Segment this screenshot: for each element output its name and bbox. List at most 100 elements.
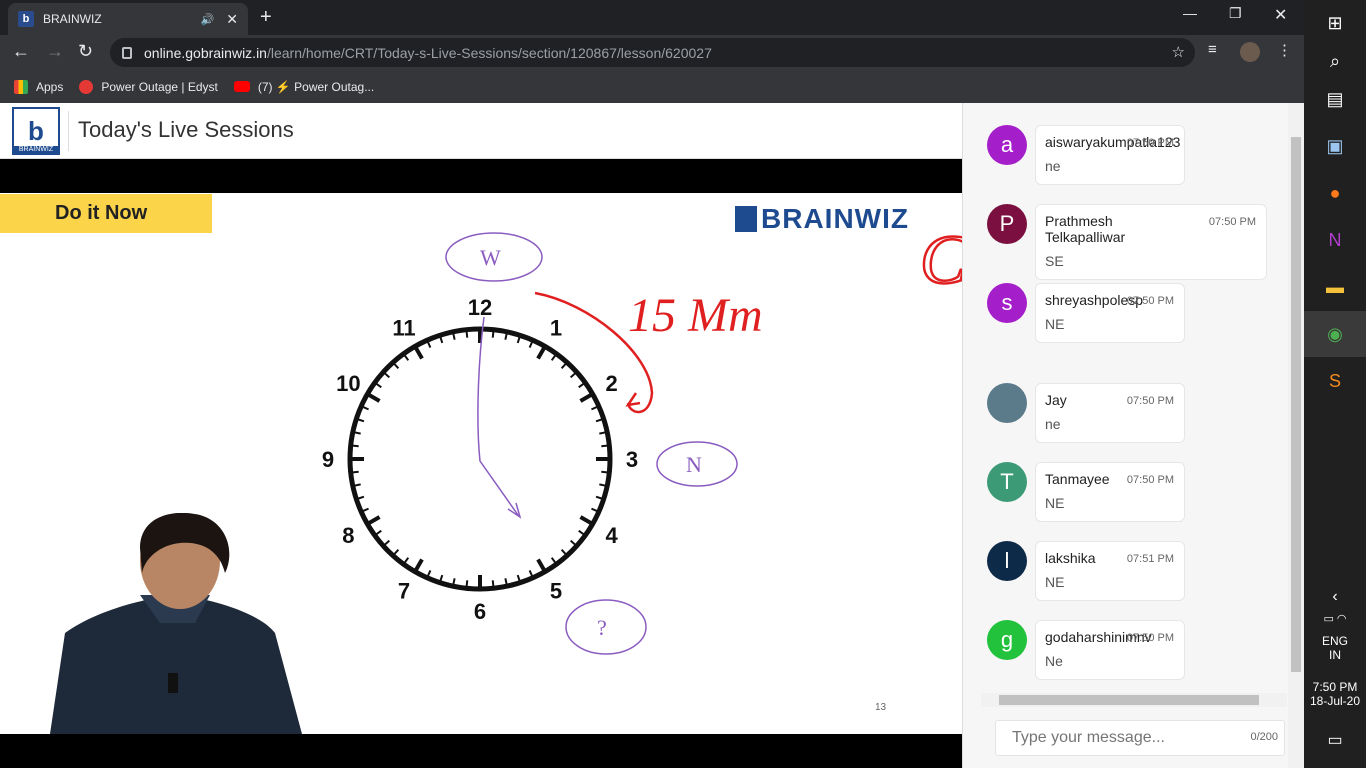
sublime-icon[interactable]: S xyxy=(1304,358,1366,404)
message-time: 07:50 PM xyxy=(1126,632,1174,644)
chat-message: s shreyashpolesp 07:50 PM NE xyxy=(987,283,1185,343)
clock-tick xyxy=(383,371,391,379)
clock-tick xyxy=(351,444,359,448)
new-tab-icon[interactable]: + xyxy=(260,6,272,29)
network-battery-icon[interactable]: ▭ ◠ xyxy=(1304,612,1366,625)
lang-code: ENG xyxy=(1321,634,1348,648)
brainwiz-logo[interactable]: b BRAINWIZ xyxy=(12,107,60,155)
annotation-w: W xyxy=(480,245,501,270)
onenote-icon[interactable]: N xyxy=(1304,217,1366,263)
clock-tick xyxy=(516,574,521,582)
message-bubble: Jay 07:50 PM ne xyxy=(1035,383,1185,443)
system-clock[interactable]: 7:50 PM 18-Jul-20 xyxy=(1304,680,1366,708)
chat-message-input[interactable] xyxy=(1012,729,1232,747)
close-window-icon[interactable]: ✕ xyxy=(1274,5,1287,25)
bookmark-star-icon[interactable]: ☆ xyxy=(1172,43,1185,61)
message-text: NE xyxy=(1045,495,1065,511)
chrome-icon[interactable]: ◉ xyxy=(1304,311,1366,357)
message-text: NE xyxy=(1045,316,1065,332)
page-vertical-scrollbar[interactable] xyxy=(1288,103,1304,768)
clock-tick xyxy=(383,539,391,547)
address-bar[interactable]: online.gobrainwiz.in /learn/home/CRT/Tod… xyxy=(110,38,1195,67)
menu-kebab-icon[interactable]: ⋮ xyxy=(1277,41,1292,59)
bookmarks-bar: Apps Power Outage | Edyst (7) ⚡ Power Ou… xyxy=(0,70,1304,103)
clock-tick xyxy=(550,557,557,564)
clock-tick xyxy=(465,580,469,588)
profile-avatar[interactable] xyxy=(1240,42,1260,62)
browser-chrome: b BRAINWIZ 🔊 ✕ + — ❐ ✕ ← → ↻ online.gobr… xyxy=(0,0,1304,103)
windows-taskbar: ⊞ ⌕ ▤ ▣ ● N ▬ ◉ S ‹ ▭ ◠ ENG IN 7:50 PM 18-… xyxy=(1304,0,1366,768)
header-divider xyxy=(68,111,69,151)
chat-message: P Prathmesh Telkapalliwar 07:50 PM SE xyxy=(987,204,1267,280)
red-scribble-text: 15 Mm xyxy=(628,289,763,342)
message-text: ne xyxy=(1045,416,1061,432)
clock-tick xyxy=(353,483,361,487)
language-indicator[interactable]: ENG IN xyxy=(1304,634,1366,662)
clock-tick xyxy=(426,340,432,348)
camera-app-icon[interactable]: ▣ xyxy=(1304,123,1366,169)
lang-region: IN xyxy=(1329,648,1341,662)
restore-icon[interactable]: ❐ xyxy=(1229,5,1242,22)
message-text: Ne xyxy=(1045,653,1063,669)
message-bubble: Tanmayee 07:50 PM NE xyxy=(1035,462,1185,522)
tray-chevron-icon[interactable]: ‹ xyxy=(1304,588,1366,606)
v-scroll-thumb[interactable] xyxy=(1291,137,1301,672)
clock-tick xyxy=(579,515,593,526)
clock-tick xyxy=(452,332,456,340)
clock-tick xyxy=(560,548,568,556)
close-tab-icon[interactable]: ✕ xyxy=(226,11,238,28)
bookmark-edyst[interactable]: Power Outage | Edyst xyxy=(79,79,218,94)
forward-icon[interactable]: → xyxy=(46,41,64,62)
browser-tab[interactable]: b BRAINWIZ 🔊 ✕ xyxy=(8,3,248,35)
minimize-icon[interactable]: — xyxy=(1183,5,1197,21)
bookmark-youtube[interactable]: (7) ⚡ Power Outag... xyxy=(233,80,374,94)
clock-number: 2 xyxy=(606,371,618,396)
video-player[interactable]: Do it Now BRAINWIZ 12 1 2 3 4 5 6 7 8 9 10 11 W N ?… xyxy=(0,159,962,768)
clock-number: 6 xyxy=(474,599,486,624)
bookmark-apps[interactable]: Apps xyxy=(14,79,64,94)
firefox-icon[interactable]: ● xyxy=(1304,170,1366,216)
clock-number: 4 xyxy=(606,523,619,548)
clock-tick xyxy=(569,539,577,547)
clock-tick xyxy=(491,580,495,588)
avatar: T xyxy=(987,462,1027,502)
clock-tick xyxy=(579,392,593,403)
avatar: g xyxy=(987,620,1027,660)
chat-input-box[interactable]: 0/200 xyxy=(995,720,1285,756)
avatar: s xyxy=(987,283,1027,323)
avatar xyxy=(987,383,1027,423)
clock-number: 3 xyxy=(626,447,638,472)
media-control-icon[interactable]: ≡ xyxy=(1208,41,1217,58)
chat-message: g godaharshinimnv 07:50 PM Ne xyxy=(987,620,1185,680)
clock-tick xyxy=(465,330,469,338)
reload-icon[interactable]: ↻ xyxy=(78,41,93,62)
h-scroll-thumb[interactable] xyxy=(999,695,1259,705)
avatar: P xyxy=(987,204,1027,244)
clock-date: 18-Jul-20 xyxy=(1309,694,1361,708)
clock-tick xyxy=(504,332,508,340)
notifications-icon[interactable]: ▭ xyxy=(1304,730,1366,750)
clock-tick xyxy=(578,529,585,536)
clock-tick xyxy=(426,570,432,578)
clock-tick xyxy=(599,431,607,435)
apps-grid-icon xyxy=(14,79,28,94)
chat-horizontal-scrollbar[interactable] xyxy=(981,693,1287,707)
clock-tick xyxy=(591,507,599,513)
chat-message: l lakshika 07:51 PM NE xyxy=(987,541,1185,601)
file-explorer-icon[interactable]: ▬ xyxy=(1304,264,1366,310)
logo-text: BRAINWIZ xyxy=(14,146,58,153)
clock-tick xyxy=(528,340,534,348)
task-view-icon[interactable]: ▤ xyxy=(1304,76,1366,122)
message-time: 07:50 PM xyxy=(1126,474,1174,486)
clock-tick xyxy=(367,515,381,526)
clock-tick xyxy=(361,405,369,411)
clock-tick xyxy=(528,570,534,578)
back-icon[interactable]: ← xyxy=(12,41,30,62)
youtube-icon xyxy=(233,81,250,92)
clock-number: 10 xyxy=(336,371,360,396)
clock-number: 11 xyxy=(392,315,415,340)
speaker-icon[interactable]: 🔊 xyxy=(201,13,215,26)
chat-message-list[interactable]: a aiswaryakumpatla123 07:50 PM ne P Prathmesh… xyxy=(979,103,1289,693)
clock-number: 8 xyxy=(342,523,354,548)
bookmark-label: Apps xyxy=(36,79,64,94)
